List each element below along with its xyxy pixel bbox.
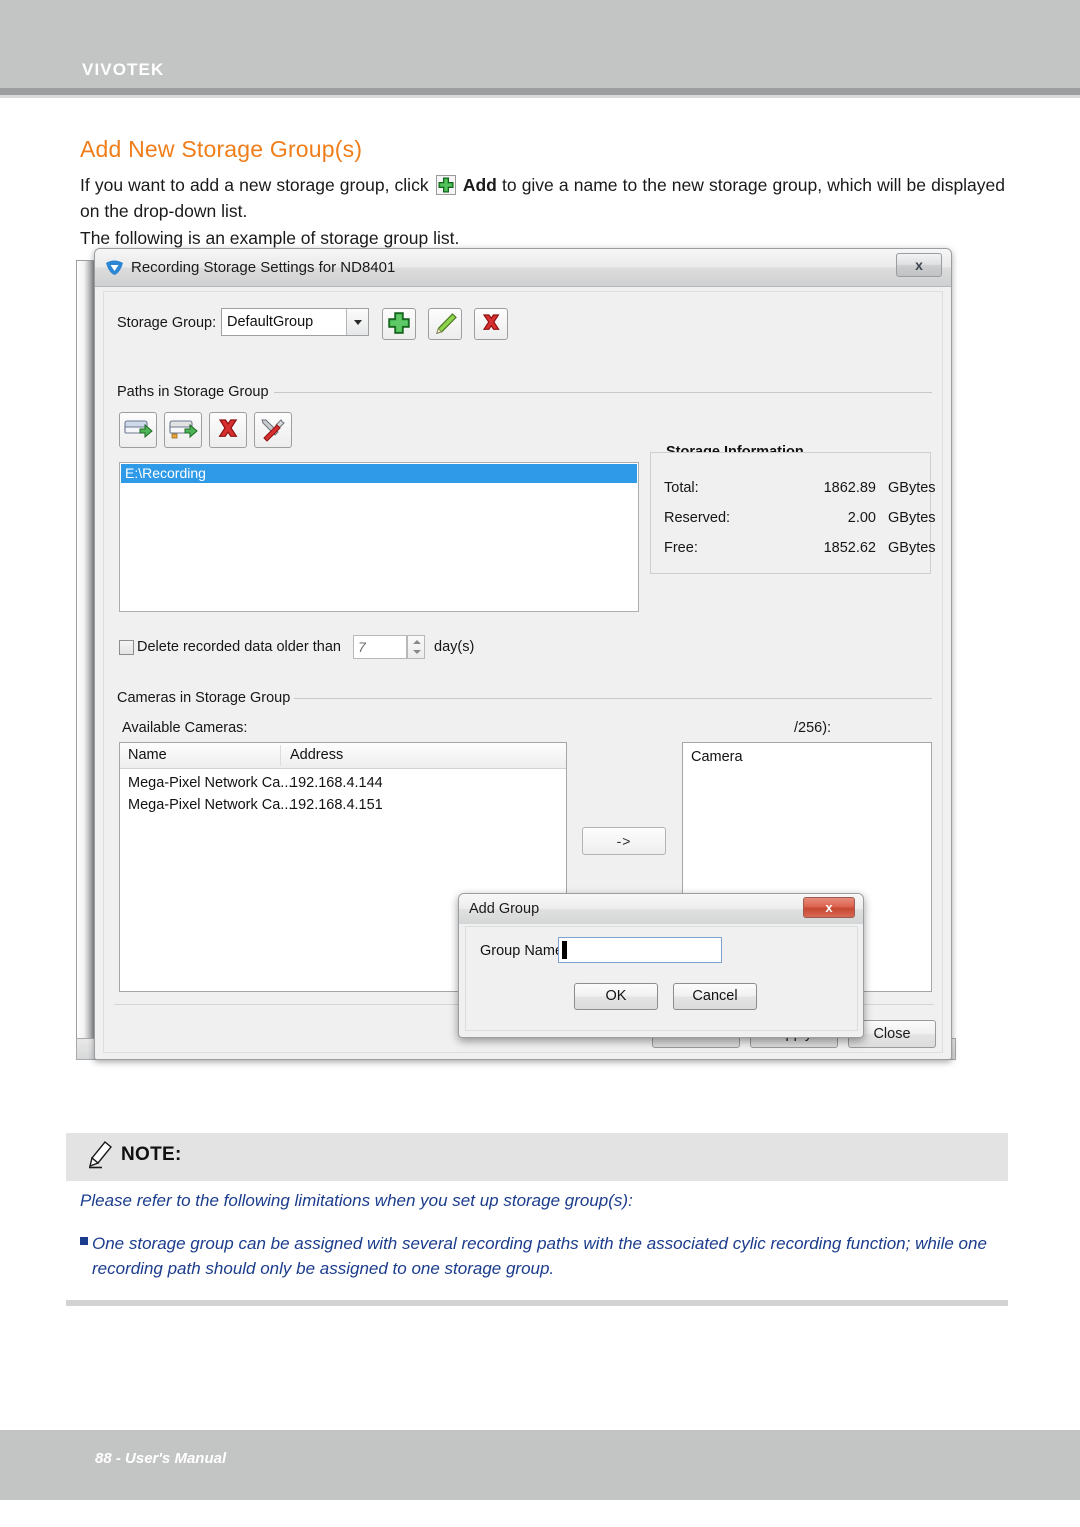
text-caret: [562, 941, 567, 959]
header-rule-dark: [0, 88, 1080, 95]
add-group-body: Group Name: OK Cancel: [465, 926, 858, 1031]
available-cameras-header: Name Address: [120, 743, 566, 769]
window-titlebar[interactable]: Recording Storage Settings for ND8401 x: [95, 249, 951, 287]
column-header-name: Name: [128, 747, 167, 763]
group-name-label: Group Name:: [480, 943, 568, 959]
plus-icon: [435, 175, 456, 195]
cancel-button[interactable]: Cancel: [673, 983, 757, 1010]
delete-storage-group-button[interactable]: [474, 308, 508, 340]
delete-days-input[interactable]: 7: [353, 635, 407, 659]
storage-group-select[interactable]: DefaultGroup: [221, 308, 369, 336]
app-logo-icon: [105, 258, 124, 277]
group-name-input[interactable]: [558, 937, 722, 963]
brand-logo: VIVOTEK: [82, 60, 165, 79]
storage-total-label: Total:: [664, 480, 699, 496]
path-tools-icon[interactable]: [254, 412, 292, 448]
pencil-icon: [88, 1141, 114, 1169]
storage-group-value: DefaultGroup: [227, 314, 314, 330]
footer-page-label: 88 - User's Manual: [95, 1450, 227, 1467]
screenshot-region: Recording Storage Settings for ND8401 x …: [76, 248, 956, 1073]
camera-name-1: Mega-Pixel Network Ca...: [128, 797, 293, 813]
storage-total-unit: GBytes: [888, 480, 936, 496]
delete-days-value: 7: [358, 639, 366, 655]
note-intro-text: Please refer to the following limitation…: [80, 1191, 633, 1210]
column-header-camera: Camera: [691, 749, 743, 765]
edit-storage-group-button[interactable]: [428, 308, 462, 340]
paths-listbox[interactable]: E:\Recording: [119, 462, 639, 612]
camera-address-1: 192.168.4.151: [290, 797, 383, 813]
note-bullet-icon: [80, 1237, 88, 1245]
delete-older-label: Delete recorded data older than: [137, 639, 341, 655]
storage-total-value: 1862.89: [823, 480, 876, 496]
window-title: Recording Storage Settings for ND8401: [131, 259, 396, 276]
camera-address-0: 192.168.4.144: [290, 775, 383, 791]
paths-group-title: Paths in Storage Group: [117, 384, 276, 400]
note-bullet-text: One storage group can be assigned with s…: [92, 1234, 987, 1278]
move-camera-right-button[interactable]: ->: [582, 827, 666, 855]
note-title: NOTE:: [121, 1144, 182, 1165]
note-bottom-rule: [66, 1300, 1008, 1306]
remove-path-icon[interactable]: [209, 412, 247, 448]
cameras-group-rule: [294, 698, 932, 699]
column-header-address: Address: [290, 747, 344, 763]
add-group-titlebar[interactable]: Add Group x: [459, 894, 863, 924]
add-storage-group-button[interactable]: [382, 308, 416, 340]
delete-days-stepper[interactable]: [407, 635, 425, 659]
path-list-item[interactable]: E:\Recording: [121, 464, 637, 483]
intro-paragraph: If you want to add a new storage group, …: [80, 172, 1005, 224]
storage-free-label: Free:: [664, 540, 698, 556]
selected-cameras-label: /256):: [794, 720, 832, 736]
edit-path-icon[interactable]: [164, 412, 202, 448]
note-header-band: [66, 1133, 1008, 1181]
chevron-down-icon[interactable]: [346, 309, 368, 335]
add-group-dialog: Add Group x Group Name: OK Cancel: [458, 893, 864, 1038]
storage-group-row: Storage Group: DefaultGroup: [117, 308, 537, 342]
add-group-close-button[interactable]: x: [803, 897, 855, 918]
camera-name-0: Mega-Pixel Network Ca...: [128, 775, 293, 791]
window-close-button[interactable]: x: [896, 253, 942, 277]
storage-reserved-unit: GBytes: [888, 510, 936, 526]
available-cameras-label: Available Cameras:: [122, 720, 248, 736]
delete-days-suffix: day(s): [434, 639, 475, 655]
delete-older-checkbox[interactable]: [119, 640, 134, 655]
intro-paragraph-part1: If you want to add a new storage group, …: [80, 175, 429, 195]
add-path-icon[interactable]: [119, 412, 157, 448]
page-title: Add New Storage Group(s): [80, 136, 363, 162]
ok-button[interactable]: OK: [574, 983, 658, 1010]
paths-group-rule: [274, 392, 932, 393]
intro-add-label: Add: [462, 175, 497, 195]
storage-free-value: 1852.62: [823, 540, 876, 556]
header-rule-light: [0, 95, 1080, 98]
cameras-group-title: Cameras in Storage Group: [117, 690, 298, 706]
storage-group-label: Storage Group:: [117, 315, 217, 331]
storage-reserved-label: Reserved:: [664, 510, 731, 526]
add-group-title: Add Group: [469, 901, 540, 917]
storage-reserved-value: 2.00: [847, 510, 876, 526]
storage-free-unit: GBytes: [888, 540, 936, 556]
